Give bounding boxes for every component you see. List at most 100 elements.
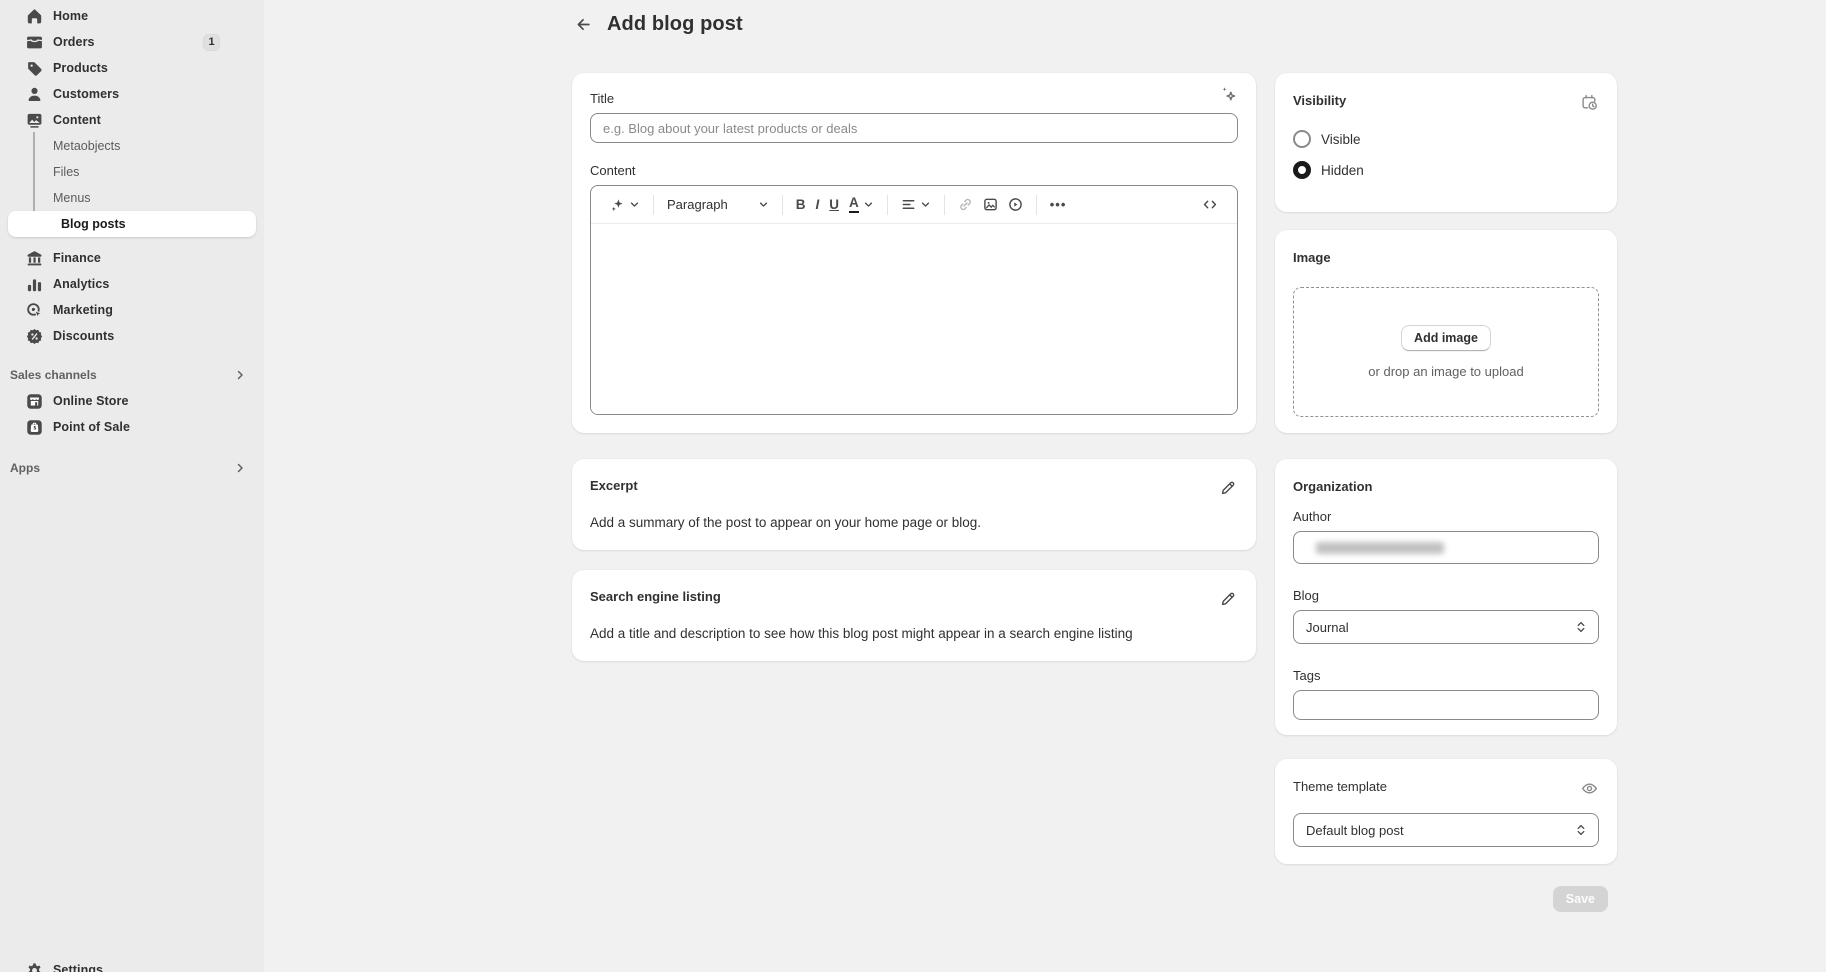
target-cursor-icon — [26, 302, 43, 319]
content-editor-area[interactable] — [591, 224, 1237, 414]
radio-unchecked — [1293, 130, 1311, 148]
sidebar-item-analytics[interactable]: Analytics — [8, 271, 256, 297]
insert-link-button[interactable] — [953, 194, 978, 215]
gear-icon — [26, 962, 43, 972]
image-icon — [983, 197, 998, 212]
sidebar-item-discounts[interactable]: Discounts — [8, 323, 256, 349]
post-card: Title Content Paragraph — [572, 73, 1256, 433]
insert-image-button[interactable] — [978, 194, 1003, 215]
sidebar-item-online-store[interactable]: Online Store — [8, 388, 256, 414]
align-left-icon — [901, 197, 916, 212]
chevron-right-icon — [234, 369, 246, 381]
text-color-button[interactable]: A — [844, 193, 879, 216]
visible-option-label: Visible — [1321, 132, 1361, 147]
arrow-left-icon — [575, 16, 592, 33]
sidebar-item-menus[interactable]: Menus — [8, 185, 256, 211]
underline-button[interactable]: U — [824, 195, 844, 215]
sidebar-item-finance[interactable]: Finance — [8, 245, 256, 271]
sidebar-item-marketing[interactable]: Marketing — [8, 297, 256, 323]
page-header: Add blog post — [569, 10, 743, 38]
sidebar-item-label: Home — [53, 9, 88, 23]
toolbar-separator — [1036, 195, 1037, 215]
excerpt-heading: Excerpt — [590, 478, 638, 493]
apps-label: Apps — [10, 461, 40, 475]
sidebar-item-label: Finance — [53, 251, 101, 265]
media-icon — [26, 112, 43, 129]
blog-select[interactable]: Journal — [1293, 610, 1599, 644]
rich-text-editor: Paragraph B I U A — [590, 185, 1238, 415]
theme-template-value: Default blog post — [1306, 823, 1404, 838]
apps-header[interactable]: Apps — [8, 455, 256, 481]
more-label: ••• — [1050, 197, 1067, 212]
sparkle-icon — [610, 197, 625, 212]
ai-assist-button[interactable] — [605, 194, 645, 215]
back-button[interactable] — [569, 10, 597, 38]
sidebar-item-blog-posts[interactable]: Blog posts — [8, 211, 256, 237]
visibility-card: Visibility Visible Hidden — [1275, 73, 1617, 212]
search-engine-listing-card: Search engine listing Add a title and de… — [572, 570, 1256, 661]
bold-button[interactable]: B — [791, 195, 811, 215]
sidebar-nav: Home Orders 1 Products Customers Content… — [8, 3, 256, 481]
sidebar-item-metaobjects[interactable]: Metaobjects — [8, 133, 256, 159]
ai-sparkle-button[interactable] — [1218, 83, 1240, 107]
sidebar-item-home[interactable]: Home — [8, 3, 256, 29]
visibility-option-hidden[interactable]: Hidden — [1293, 161, 1599, 179]
sidebar-item-label: Analytics — [53, 277, 109, 291]
schedule-visibility-button[interactable] — [1580, 93, 1599, 112]
pencil-icon — [1220, 591, 1236, 607]
sidebar-item-settings[interactable]: Settings — [8, 957, 256, 972]
sidebar-item-label: Products — [53, 61, 108, 75]
main-area: Add blog post Title Content — [264, 0, 1826, 972]
sidebar-item-products[interactable]: Products — [8, 55, 256, 81]
hidden-option-label: Hidden — [1321, 163, 1364, 178]
author-value-redacted — [1316, 542, 1444, 554]
theme-template-select[interactable]: Default blog post — [1293, 813, 1599, 847]
select-chevrons-icon — [1574, 620, 1588, 634]
insert-video-button[interactable] — [1003, 194, 1028, 215]
title-input[interactable] — [590, 113, 1238, 143]
image-heading: Image — [1293, 250, 1599, 265]
orders-count-badge: 1 — [203, 34, 220, 51]
chevron-right-icon — [234, 462, 246, 474]
visibility-option-visible[interactable]: Visible — [1293, 130, 1599, 148]
blog-select-value: Journal — [1306, 620, 1349, 635]
sidebar-item-orders[interactable]: Orders 1 — [8, 29, 256, 55]
chevron-down-icon — [758, 199, 769, 210]
form-column: Title Content Paragraph — [572, 73, 1256, 661]
edit-seo-button[interactable] — [1218, 589, 1238, 609]
edit-excerpt-button[interactable] — [1218, 478, 1238, 498]
visibility-heading: Visibility — [1293, 93, 1346, 108]
sales-channels-label: Sales channels — [10, 368, 97, 382]
sidebar-item-customers[interactable]: Customers — [8, 81, 256, 107]
bank-icon — [26, 250, 43, 267]
tags-input[interactable] — [1293, 690, 1599, 720]
sidebar-item-content[interactable]: Content — [8, 107, 256, 133]
author-input[interactable] — [1293, 531, 1599, 564]
paragraph-style-dropdown[interactable]: Paragraph — [662, 194, 774, 215]
sidebar-subitem-label: Metaobjects — [53, 139, 120, 153]
image-dropzone[interactable]: Add image or drop an image to upload — [1293, 287, 1599, 417]
calendar-clock-icon — [1581, 94, 1598, 111]
alignment-dropdown[interactable] — [896, 194, 936, 215]
show-html-button[interactable] — [1197, 194, 1223, 215]
theme-template-card: Theme template Default blog post — [1275, 759, 1617, 864]
discount-badge-icon — [26, 328, 43, 345]
sales-channels-header[interactable]: Sales channels — [8, 362, 256, 388]
preview-template-button[interactable] — [1580, 779, 1599, 798]
pos-bag-icon — [26, 419, 43, 436]
image-card: Image Add image or drop an image to uplo… — [1275, 230, 1617, 433]
save-button[interactable]: Save — [1553, 886, 1608, 912]
sidebar-item-point-of-sale[interactable]: Point of Sale — [8, 414, 256, 440]
link-icon — [958, 197, 973, 212]
sidebar-item-files[interactable]: Files — [8, 159, 256, 185]
chevron-down-icon — [863, 199, 874, 210]
italic-button[interactable]: I — [810, 195, 824, 215]
sidebar-item-label: Discounts — [53, 329, 114, 343]
add-image-button[interactable]: Add image — [1401, 325, 1491, 351]
more-options-button[interactable]: ••• — [1045, 194, 1072, 215]
underline-label: U — [829, 198, 839, 212]
sidebar-item-label: Customers — [53, 87, 119, 101]
sidebar-subitem-label: Menus — [53, 191, 91, 205]
bar-chart-icon — [26, 276, 43, 293]
pencil-icon — [1220, 480, 1236, 496]
